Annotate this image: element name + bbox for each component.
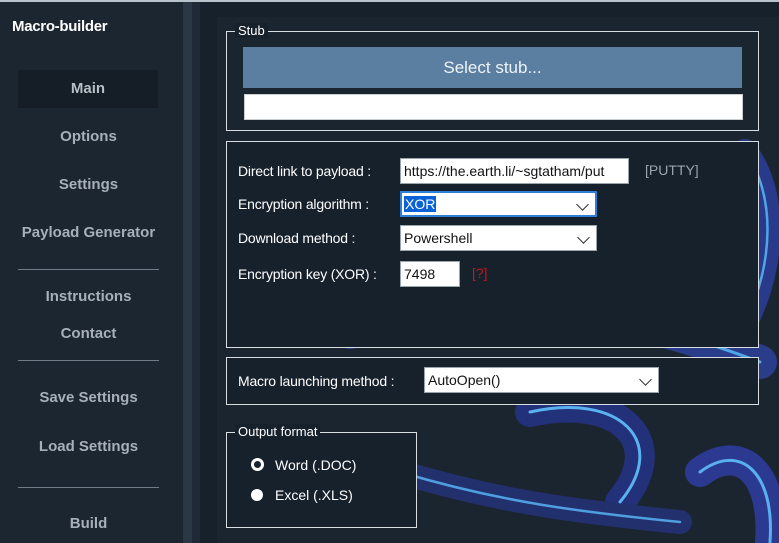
- macro-launch-label: Macro launching method :: [238, 373, 395, 389]
- encryption-key-help-link[interactable]: [?]: [472, 265, 488, 281]
- encryption-key-label: Encryption key (XOR) :: [238, 266, 377, 282]
- output-format-legend: Output format: [235, 424, 321, 439]
- stub-legend: Stub: [235, 23, 268, 38]
- encryption-algorithm-select[interactable]: XOR: [400, 191, 597, 217]
- macro-launch-value: AutoOpen(): [428, 372, 501, 388]
- download-method-select[interactable]: Powershell: [400, 225, 597, 251]
- sidebar-splitter: [183, 2, 192, 543]
- macro-launch-select[interactable]: AutoOpen(): [424, 367, 659, 393]
- sidebar-item-build[interactable]: Build: [0, 515, 177, 532]
- sidebar-item-save-settings[interactable]: Save Settings: [0, 389, 177, 406]
- chevron-down-icon: [639, 373, 652, 386]
- output-format-group: Output format: [226, 424, 417, 528]
- radio-excel-xls[interactable]: [251, 489, 263, 501]
- download-method-label: Download method :: [238, 230, 356, 246]
- sidebar-item-settings[interactable]: Settings: [0, 176, 177, 193]
- payload-tag: [PUTTY]: [645, 162, 699, 178]
- sidebar-item-contact[interactable]: Contact: [0, 325, 177, 342]
- radio-word-doc[interactable]: [251, 458, 264, 471]
- app-title: Macro-builder: [12, 18, 108, 35]
- sidebar-item-load-settings[interactable]: Load Settings: [0, 438, 177, 455]
- encryption-key-input[interactable]: 7498: [400, 261, 460, 287]
- sidebar: Macro-builder Main Options Settings Payl…: [0, 2, 183, 543]
- radio-word-doc-label[interactable]: Word (.DOC): [275, 457, 356, 473]
- sidebar-item-main[interactable]: Main: [18, 70, 158, 108]
- sidebar-splitter-shadow: [192, 2, 200, 543]
- sidebar-divider: [18, 269, 159, 270]
- chevron-down-icon: [577, 231, 590, 244]
- direct-link-label: Direct link to payload :: [238, 163, 371, 179]
- encryption-algorithm-label: Encryption algorithm :: [238, 196, 369, 212]
- sidebar-divider: [18, 360, 159, 361]
- direct-link-input[interactable]: https://the.earth.li/~sgtatham/put: [400, 158, 629, 184]
- encryption-algorithm-value: XOR: [404, 196, 437, 212]
- download-method-value: Powershell: [404, 230, 473, 246]
- sidebar-item-instructions[interactable]: Instructions: [0, 288, 177, 305]
- radio-excel-xls-label[interactable]: Excel (.XLS): [275, 487, 353, 503]
- sidebar-item-payload-generator[interactable]: Payload Generator: [0, 224, 177, 241]
- stub-path-field[interactable]: [244, 94, 743, 120]
- select-stub-button[interactable]: Select stub...: [243, 47, 742, 88]
- sidebar-divider: [18, 487, 159, 488]
- chevron-down-icon: [576, 198, 589, 211]
- sidebar-item-options[interactable]: Options: [0, 128, 177, 145]
